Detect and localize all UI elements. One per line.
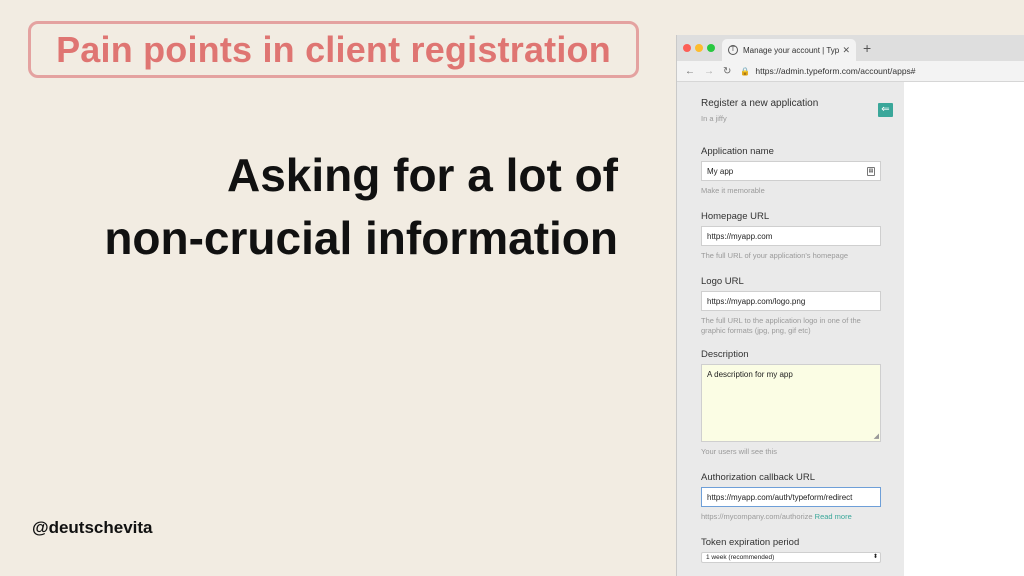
callback-hint: https://mycompany.com/authorize Read mor… [701, 512, 881, 522]
empty-content-pane [904, 82, 1024, 576]
author-handle: @deutschevita [32, 518, 153, 537]
slide-title: Pain points in client registration [56, 28, 611, 70]
tab-bar: T Manage your account | Typeform ✕ + [677, 35, 1024, 61]
maximize-window-icon[interactable] [707, 44, 715, 52]
logo-label: Logo URL [701, 276, 744, 287]
minimize-window-icon[interactable] [695, 44, 703, 52]
select-arrows-icon: ⬍ [872, 554, 878, 560]
browser-window: T Manage your account | Typeform ✕ + ← →… [676, 35, 1024, 576]
logo-hint: The full URL to the application logo in … [701, 316, 861, 335]
new-tab-icon[interactable]: + [863, 40, 871, 56]
callback-input[interactable]: https://myapp.com/auth/typeform/redirect [701, 487, 881, 507]
homepage-label: Homepage URL [701, 211, 770, 222]
description-textarea[interactable]: A description for my app ◢ [701, 364, 881, 442]
homepage-input[interactable]: https://myapp.com [701, 226, 881, 246]
app-name-hint: Make it memorable [701, 186, 765, 195]
headline-line-2: non-crucial information [104, 212, 618, 264]
description-hint: Your users will see this [701, 447, 778, 456]
forward-arrow-icon[interactable]: → [704, 66, 714, 77]
token-label: Token expiration period [701, 537, 800, 548]
token-value: 1 week (recommended) [706, 554, 775, 561]
logo-input[interactable]: https://myapp.com/logo.png [701, 291, 881, 311]
typeform-favicon-icon: T [728, 45, 738, 55]
callback-label: Authorization callback URL [701, 472, 816, 483]
tab-close-icon[interactable]: ✕ [842, 45, 850, 56]
url-field[interactable]: https://admin.typeform.com/account/apps# [755, 66, 915, 76]
address-bar: ← → ↻ 🔒 https://admin.typeform.com/accou… [677, 61, 1024, 82]
back-arrow-icon[interactable]: ← [685, 66, 695, 77]
slide-title-box: Pain points in client registration [28, 21, 639, 78]
description-value: A description for my app [707, 370, 793, 379]
close-window-icon[interactable] [683, 44, 691, 52]
app-name-input[interactable]: My app ▤ [701, 161, 881, 181]
read-more-link[interactable]: Read more [815, 512, 852, 521]
lock-icon: 🔒 [740, 66, 751, 76]
arrow-left-icon: ⇐ [881, 104, 890, 115]
back-button[interactable]: ⇐ [878, 103, 893, 117]
app-name-value: My app [707, 167, 734, 176]
description-label: Description [701, 349, 749, 360]
headline-line-1: Asking for a lot of [227, 149, 618, 201]
app-name-label: Application name [701, 146, 774, 157]
reload-icon[interactable]: ↻ [723, 66, 731, 77]
panel-title: Register a new application [701, 98, 819, 109]
slide-headline: Asking for a lot of non-crucial informat… [104, 144, 618, 270]
register-app-panel: Register a new application In a jiffy ⇐ … [677, 82, 904, 576]
resize-handle-icon[interactable]: ◢ [874, 432, 879, 440]
panel-subtitle: In a jiffy [701, 114, 727, 123]
token-expiration-select[interactable]: 1 week (recommended) ⬍ [701, 552, 881, 563]
browser-tab[interactable]: T Manage your account | Typeform ✕ [722, 39, 856, 61]
homepage-hint: The full URL of your application's homep… [701, 251, 849, 260]
tab-title: Manage your account | Typeform [743, 45, 840, 55]
autofill-icon: ▤ [867, 167, 875, 176]
callback-hint-text: https://mycompany.com/authorize [701, 512, 813, 521]
